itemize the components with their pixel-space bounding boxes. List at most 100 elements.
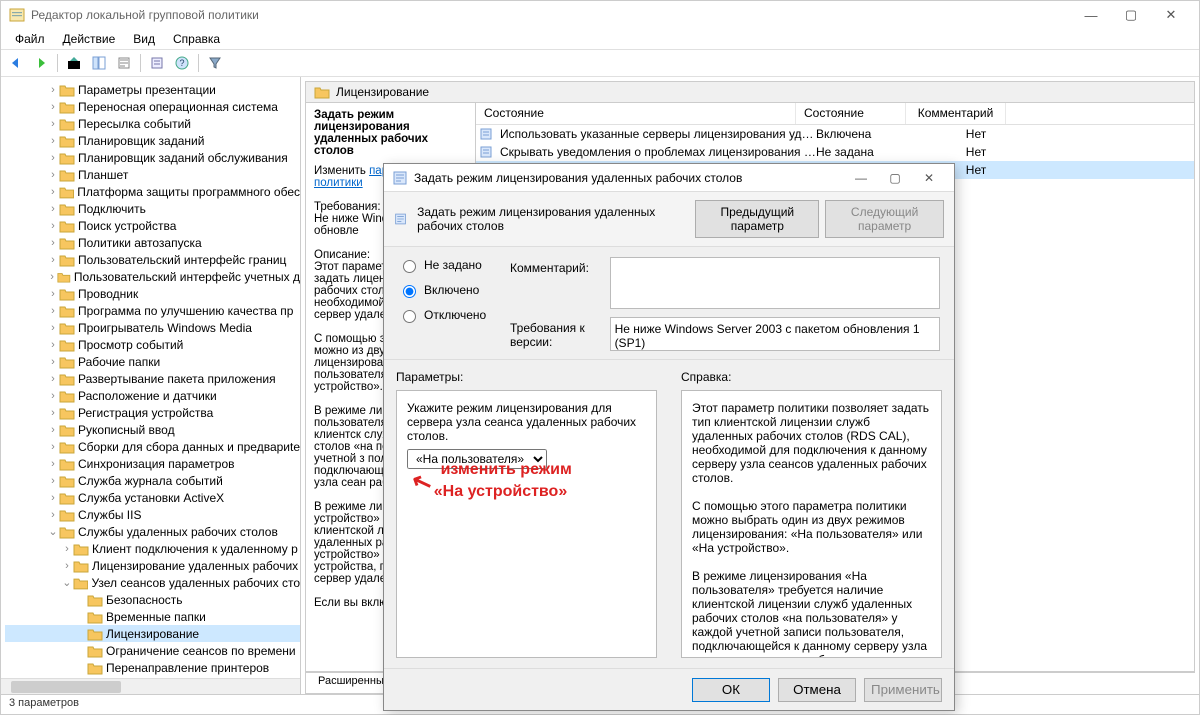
radio-disabled[interactable]: Отключено	[398, 307, 490, 323]
tree-scrollbar-horizontal[interactable]	[1, 678, 300, 694]
tree-item[interactable]: Безопасность	[5, 591, 300, 608]
tree-item[interactable]: ›Синхронизация параметров	[5, 455, 300, 472]
version-value: Не ниже Windows Server 2003 с пакетом об…	[610, 317, 940, 351]
next-setting-button: Следующий параметр	[825, 200, 944, 238]
tree-item[interactable]: ›Проигрыватель Windows Media	[5, 319, 300, 336]
app-icon	[9, 7, 25, 23]
menu-action[interactable]: Действие	[55, 30, 124, 48]
up-button[interactable]	[63, 52, 85, 74]
tree-item-label: Расположение и датчики	[78, 389, 217, 403]
previous-setting-button[interactable]: Предыдущий параметр	[695, 200, 819, 238]
tree-item-label: Пользовательский интерфейс учетных д	[74, 270, 300, 284]
app-window: Редактор локальной групповой политики — …	[0, 0, 1200, 715]
tree-item[interactable]: ›Пересылка событий	[5, 115, 300, 132]
tree-item[interactable]: ›Рабочие папки	[5, 353, 300, 370]
help-button[interactable]: ?	[171, 52, 193, 74]
forward-button[interactable]	[30, 52, 52, 74]
tree-item-label: Рукописный ввод	[78, 423, 175, 437]
close-button[interactable]: ✕	[1151, 2, 1191, 28]
tree-item-label: Проигрыватель Windows Media	[78, 321, 252, 335]
titlebar: Редактор локальной групповой политики — …	[1, 1, 1199, 29]
svg-text:?: ?	[179, 58, 184, 68]
tree-item[interactable]: ›Регистрация устройства	[5, 404, 300, 421]
tree-item[interactable]: ⌄Узел сеансов удаленных рабочих сто	[5, 574, 300, 591]
version-label: Требования к версии:	[510, 317, 602, 349]
tree-item[interactable]: ›Сборки для сбора данных и предвариte	[5, 438, 300, 455]
col-header-comment[interactable]: Комментарий	[906, 103, 1006, 124]
show-hide-tree-button[interactable]	[88, 52, 110, 74]
comment-input[interactable]	[610, 257, 940, 309]
policy-icon	[392, 170, 408, 186]
tree-item[interactable]: Ограничение сеансов по времени	[5, 642, 300, 659]
tree-item-label: Регистрация устройства	[78, 406, 213, 420]
params-label: Параметры:	[396, 370, 657, 384]
export-button[interactable]	[113, 52, 135, 74]
tree-item[interactable]: ›Просмотр событий	[5, 336, 300, 353]
policy-state: Не задана	[816, 145, 926, 159]
navigation-tree[interactable]: ›Параметры презентации ›Переносная опера…	[1, 77, 301, 694]
back-button[interactable]	[5, 52, 27, 74]
tree-item-label: Развертывание пакета приложения	[78, 372, 276, 386]
tree-item[interactable]: ›Развертывание пакета приложения	[5, 370, 300, 387]
tree-item[interactable]: ›Проводник	[5, 285, 300, 302]
tree-item[interactable]: Лицензирование	[5, 625, 300, 642]
dialog-header: Задать режим лицензирования удаленных ра…	[417, 205, 685, 233]
tree-item[interactable]: ›Платформа защиты программного обес	[5, 183, 300, 200]
tree-item[interactable]: ›Лицензирование удаленных рабочих	[5, 557, 300, 574]
tree-item[interactable]: ›Расположение и датчики	[5, 387, 300, 404]
radio-enabled[interactable]: Включено	[398, 282, 490, 298]
maximize-button[interactable]: ▢	[1111, 2, 1151, 28]
tree-item-label: Ограничение сеансов по времени	[106, 644, 296, 658]
col-header-state[interactable]: Состояние	[796, 103, 906, 124]
help-label: Справка:	[681, 370, 942, 384]
dialog-title: Задать режим лицензирования удаленных ра…	[414, 171, 844, 185]
tree-item[interactable]: ›Переносная операционная система	[5, 98, 300, 115]
tree-item[interactable]: ›Служба журнала событий	[5, 472, 300, 489]
tree-item[interactable]: ›Планировщик заданий обслуживания	[5, 149, 300, 166]
tree-item[interactable]: ⌄Службы удаленных рабочих столов	[5, 523, 300, 540]
tree-item-label: Программа по улучшению качества пр	[78, 304, 293, 318]
licensing-mode-combo[interactable]: «На пользователя»«На устройство»	[407, 449, 547, 469]
tree-item-label: Рабочие папки	[78, 355, 160, 369]
tree-item[interactable]: ›Пользовательский интерфейс учетных д	[5, 268, 300, 285]
dialog-minimize-button[interactable]: —	[844, 166, 878, 190]
minimize-button[interactable]: —	[1071, 2, 1111, 28]
dialog-maximize-button[interactable]: ▢	[878, 166, 912, 190]
tree-item[interactable]: Перенаправление принтеров	[5, 659, 300, 676]
menubar: Файл Действие Вид Справка	[1, 29, 1199, 49]
tree-item[interactable]: ›Планировщик заданий	[5, 132, 300, 149]
tree-item[interactable]: ›Поиск устройства	[5, 217, 300, 234]
col-header-name[interactable]: Состояние	[476, 103, 796, 124]
tree-item[interactable]: ›Подключить	[5, 200, 300, 217]
desc-edit-prefix: Изменить	[314, 165, 366, 177]
content-header-title: Лицензирование	[336, 85, 429, 99]
tree-item-label: Параметры презентации	[78, 83, 216, 97]
tree-item[interactable]: ›Пользовательский интерфейс границ	[5, 251, 300, 268]
tree-item[interactable]: ›Политики автозапуска	[5, 234, 300, 251]
dialog-close-button[interactable]: ✕	[912, 166, 946, 190]
tree-item[interactable]: ›Службы IIS	[5, 506, 300, 523]
tree-item[interactable]: ›Параметры презентации	[5, 81, 300, 98]
tree-item-label: Планшет	[78, 168, 128, 182]
content-header: Лицензирование	[305, 81, 1195, 103]
tree-item[interactable]: ›Программа по улучшению качества пр	[5, 302, 300, 319]
radio-not-configured[interactable]: Не задано	[398, 257, 490, 273]
tree-item[interactable]: ›Служба установки ActiveX	[5, 489, 300, 506]
policy-row[interactable]: Скрывать уведомления о проблемах лицензи…	[476, 143, 1194, 161]
cancel-button[interactable]: Отмена	[778, 678, 856, 702]
tree-item[interactable]: ›Рукописный ввод	[5, 421, 300, 438]
tree-item-label: Службы IIS	[78, 508, 141, 522]
menu-help[interactable]: Справка	[165, 30, 228, 48]
tree-item-label: Лицензирование удаленных рабочих	[92, 559, 298, 573]
ok-button[interactable]: ОК	[692, 678, 770, 702]
tree-item-label: Переносная операционная система	[78, 100, 278, 114]
policy-row[interactable]: Использовать указанные серверы лицензиро…	[476, 125, 1194, 143]
window-title: Редактор локальной групповой политики	[31, 8, 1071, 22]
tree-item[interactable]: Временные папки	[5, 608, 300, 625]
menu-view[interactable]: Вид	[125, 30, 163, 48]
properties-button[interactable]	[146, 52, 168, 74]
tree-item[interactable]: ›Клиент подключения к удаленному р	[5, 540, 300, 557]
tree-item[interactable]: ›Планшет	[5, 166, 300, 183]
menu-file[interactable]: Файл	[7, 30, 53, 48]
filter-button[interactable]	[204, 52, 226, 74]
